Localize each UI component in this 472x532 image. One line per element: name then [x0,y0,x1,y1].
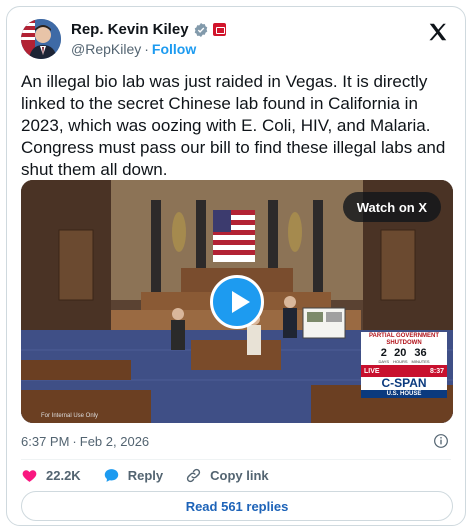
like-count: 22.2K [46,468,81,483]
action-bar: 22.2K Reply Copy link [21,467,269,484]
heart-icon [22,470,37,482]
shutdown-timer: 2 DAYS 20 HOURS 36 MINUTES [361,347,447,365]
timer-minutes: 36 MINUTES [411,347,430,365]
tweet-time: 6:37 PM [21,434,70,449]
read-replies-button[interactable]: Read 561 replies [21,491,453,521]
avatar[interactable] [21,19,61,59]
shutdown-title: PARTIAL GOVERNMENT SHUTDOWN [368,333,440,346]
author-name[interactable]: Rep. Kevin Kiley [71,21,189,38]
divider [21,459,451,460]
avatar-image [21,19,61,59]
author-name-row: Rep. Kevin Kiley [71,21,226,38]
timer-minutes-label: MINUTES [411,359,430,364]
cspan-channel: U.S. HOUSE [361,390,447,398]
author-handle[interactable]: @RepKiley [71,41,141,57]
like-button[interactable]: 22.2K [21,467,81,484]
play-button[interactable] [210,275,264,329]
verified-badge-icon [194,22,207,37]
timer-days-value: 2 [380,347,387,359]
follow-button[interactable]: Follow [152,41,196,57]
cspan-logo: C-SPAN [361,377,447,390]
info-icon[interactable] [433,433,449,449]
handle-row: @RepKiley · Follow [71,41,196,57]
internal-use-label: For Internal Use Only [41,413,99,419]
tweet-card: Rep. Kevin Kiley @RepKiley · Follow An i… [6,6,466,526]
reply-label: Reply [127,468,164,483]
x-logo-icon[interactable] [427,21,449,43]
timer-days-label: DAYS [378,359,390,364]
live-time: 8:37 [429,367,444,375]
tweet-text: An illegal bio lab was just raided in Ve… [21,72,446,179]
reply-icon [104,469,118,482]
copy-link-label: Copy link [210,468,269,483]
watch-on-x-button[interactable]: Watch on X [342,192,441,222]
tweet-date: Feb 2, 2026 [79,434,150,449]
link-icon [186,468,201,483]
timer-hours-value: 20 [394,347,407,359]
live-label: LIVE [364,367,380,375]
timer-minutes-value: 36 [414,347,427,359]
timestamp-separator: · [72,434,77,449]
timer-hours: 20 HOURS [393,347,408,365]
video-player[interactable]: Watch on X For Internal Use Only PARTIAL… [21,180,453,423]
timer-hours-label: HOURS [393,359,408,364]
copy-link-button[interactable]: Copy link [185,467,269,484]
cspan-overlay: PARTIAL GOVERNMENT SHUTDOWN 2 DAYS 20 HO… [361,332,447,398]
timer-days: 2 DAYS [378,347,390,365]
reply-button[interactable]: Reply [103,467,163,484]
tweet-timestamp[interactable]: 6:37 PM · Feb 2, 2026 [21,434,149,449]
affiliation-badge-icon [212,23,226,36]
separator-dot: · [144,41,149,57]
